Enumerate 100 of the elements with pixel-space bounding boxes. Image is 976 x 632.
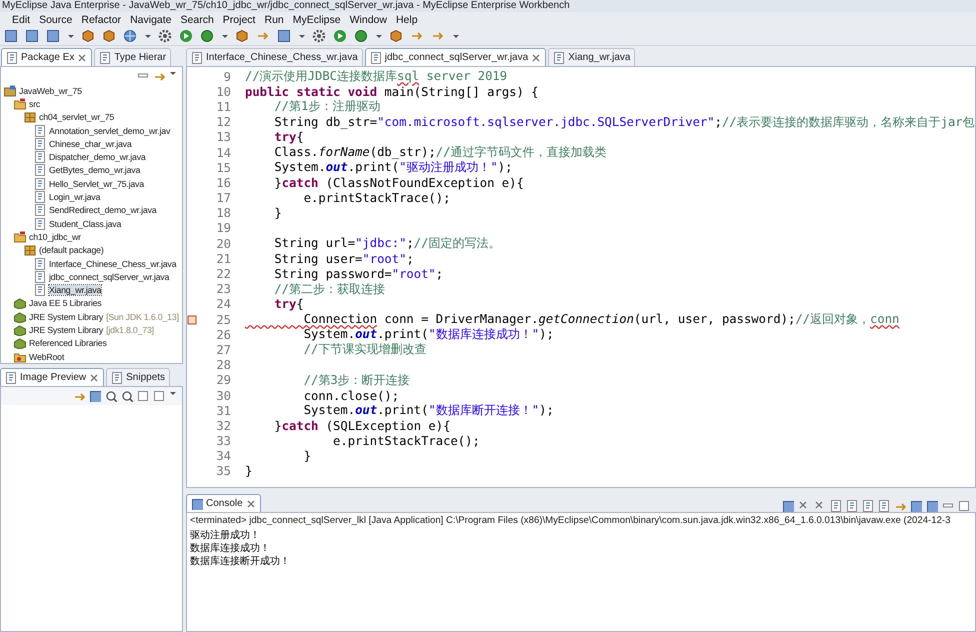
line-number: 35 [215,464,232,478]
tree-item[interactable]: Hello_Servlet_wr_75.java [49,178,144,189]
line-number: 27 [215,342,232,357]
box-icon[interactable] [389,29,403,43]
maximize-icon[interactable] [958,500,970,512]
tab[interactable]: Type Hierar [94,48,172,66]
library-icon [14,297,26,310]
tree-item[interactable]: Interface_Chinese_Chess_wr.java [49,258,176,268]
run-icon[interactable] [333,29,347,43]
file-icon[interactable] [846,500,858,512]
line-number: 18 [215,206,232,220]
close-icon[interactable] [89,372,100,382]
code-line: }catch (SQLException e){ [273,418,450,433]
window-icon[interactable] [4,29,18,43]
close-icon[interactable] [246,498,256,508]
menu-item[interactable]: MyEclipse [292,14,341,26]
close-icon[interactable] [531,52,542,62]
caret-icon[interactable] [169,70,176,77]
line-number: 20 [215,236,232,251]
code-line: String user="root"; [273,252,414,266]
tab[interactable]: Xiang_wr.java [548,48,636,66]
library-icon [14,310,26,323]
tree-item[interactable]: WebRoot [29,352,64,362]
code-line: } [245,464,252,478]
tree-item[interactable]: Student_Class.java [49,218,122,229]
menu-item[interactable]: Navigate [130,14,172,26]
gear-icon[interactable] [158,29,172,43]
file-icon[interactable] [830,500,842,512]
tree-item[interactable]: Referenced Libraries [29,338,107,348]
file-icon [34,138,46,150]
tree-item[interactable]: src [29,98,40,109]
box-icon[interactable] [235,29,249,43]
menu-item[interactable]: Window [350,14,387,26]
webroot-icon [14,350,26,363]
console-output: 数据库连接成功！ [190,542,271,555]
caret-icon[interactable] [67,32,74,40]
tab[interactable]: Console [186,494,261,512]
cube-icon[interactable] [102,29,116,43]
menu-item[interactable]: Search [180,14,214,26]
tree-item[interactable]: Login_wr.java [49,192,100,202]
play-icon[interactable] [179,29,193,43]
tree-item[interactable]: GetBytes_demo_wr.java [49,165,140,176]
code-line: System.out.print("数据库连接成功！"); [302,326,554,343]
tab[interactable]: Package Ex [1,48,92,66]
menu-item[interactable]: Help [396,14,418,26]
line-number: 29 [215,373,232,388]
line-number: 28 [215,358,232,372]
code-line: String password="root"; [273,267,444,282]
tree-item[interactable]: ch10_jdbc_wr [29,232,81,242]
tree-item[interactable]: ch04_servlet_wr_75 [39,112,114,122]
tree-item[interactable]: Dispatcher_demo_wr.java [49,152,146,162]
caret-icon[interactable] [221,32,228,40]
tree-item[interactable]: SendRedirect_demo_wr.java [49,205,156,216]
file-icon [5,372,17,384]
console-output: 数据库连接断开成功！ [190,555,291,568]
close-icon[interactable] [77,52,88,62]
tree-item[interactable]: (default package) [39,245,104,256]
line-number: 32 [215,418,232,433]
caret-icon[interactable] [144,32,151,40]
caret-icon[interactable] [298,32,305,40]
globe-icon[interactable] [123,29,137,43]
menu-item[interactable]: Project [222,14,256,26]
tab-label: jdbc_connect_sqlServer_wr.java [384,52,528,63]
window-icon[interactable] [277,29,291,43]
file-icon [34,151,46,164]
tab[interactable]: Interface_Chinese_Chess_wr.java [186,48,363,66]
tree-item[interactable]: Java EE 5 Libraries [29,298,102,308]
file-icon[interactable] [878,500,890,512]
line-number: 17 [215,191,232,206]
tab-label: Snippets [126,372,166,383]
code-line: try{ [273,130,304,144]
tree-item[interactable]: JRE System Library [29,312,104,322]
menu-item[interactable]: Refactor [81,14,122,26]
menu-item[interactable]: Edit [12,14,30,26]
tree-item[interactable]: jdbc_connect_sqlServer_wr.java [49,272,170,282]
file-icon[interactable] [862,500,874,512]
tree-item[interactable]: Chinese_char_wr.java [49,138,132,149]
library-icon [14,324,26,336]
folder-icon [14,98,26,110]
tree-item[interactable]: JavaWeb_wr_75 [19,86,82,96]
tree-item[interactable]: Annotation_servlet_demo_wr.jav [49,126,170,136]
circle-icon[interactable] [354,29,368,43]
tab[interactable]: Image Preview [0,368,104,386]
menu-item[interactable]: Run [264,14,284,26]
tree-item[interactable]: Xiang_wr.java [49,285,102,296]
tab[interactable]: Snippets [106,368,170,386]
tab-label: Image Preview [20,372,86,383]
caret-icon[interactable] [375,32,382,40]
folder-icon [14,230,26,243]
line-number: 26 [215,328,232,342]
code-line: String url="jdbc:";//固定的写法。 [273,235,500,252]
caret-icon[interactable] [452,32,459,40]
menu-item[interactable]: Source [39,14,72,26]
tree-item[interactable]: JRE System Library [29,324,104,335]
caret-icon[interactable] [169,390,176,397]
file-icon [99,52,112,64]
circle-icon[interactable] [200,29,214,43]
code-line: }catch (ClassNotFoundException e){ [273,176,524,190]
tab[interactable]: jdbc_connect_sqlServer_wr.java [364,48,546,66]
file-icon [34,258,46,270]
